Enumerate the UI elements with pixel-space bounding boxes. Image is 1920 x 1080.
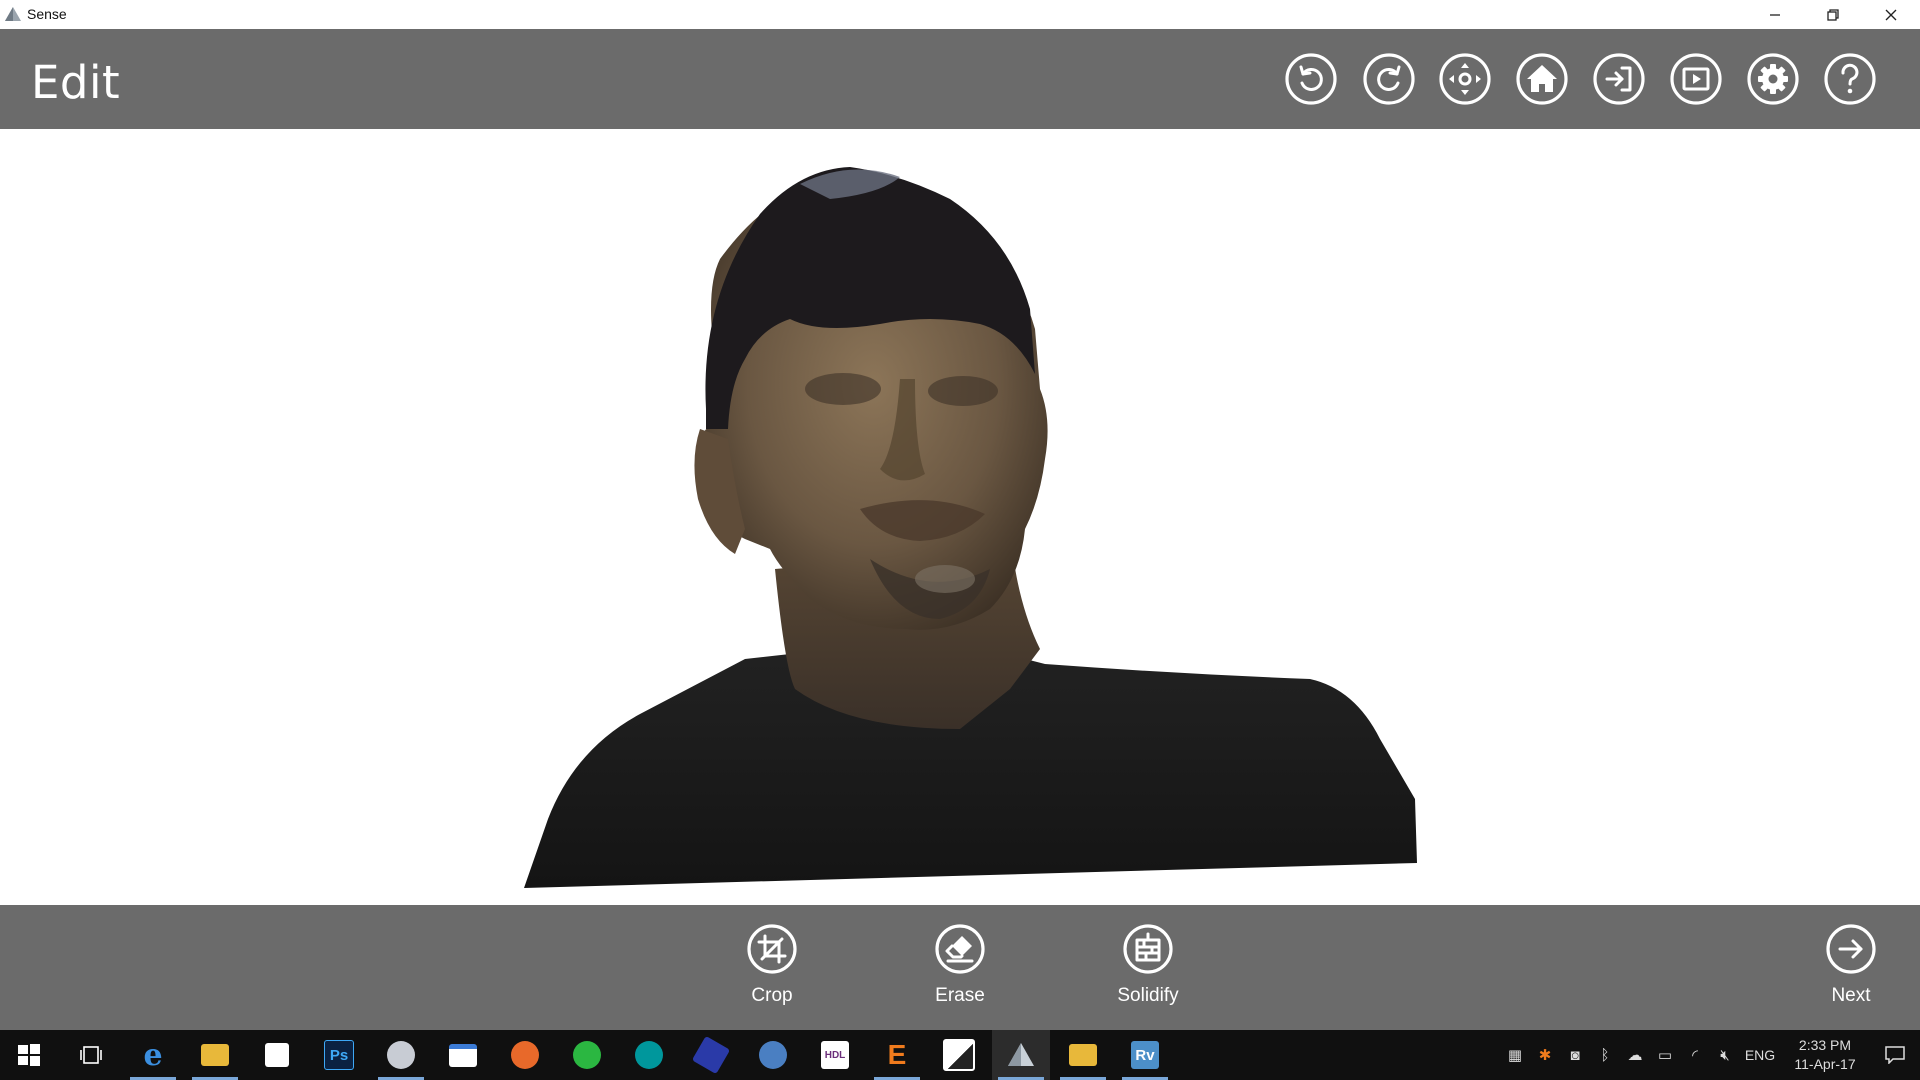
taskbar-hdl-app[interactable]: HDL xyxy=(806,1030,864,1080)
taskbar-mail-app[interactable] xyxy=(744,1030,802,1080)
photoshop-icon: Ps xyxy=(324,1040,354,1070)
system-tray: ▦ ✱ ◙ ᛒ ☁ ▭ ◜ 🔇︎ ENG 2:33 PM 11-Apr-17 xyxy=(1500,1030,1920,1080)
crop-icon xyxy=(747,924,797,974)
3d-viewport[interactable] xyxy=(0,129,1920,905)
task-view-icon xyxy=(80,1046,102,1064)
redo-icon xyxy=(1363,53,1415,105)
avast-icon[interactable]: ✱ xyxy=(1530,1030,1560,1080)
edit-toolbar: Crop Erase Solidify Next xyxy=(0,905,1920,1030)
tray-app-icon[interactable]: ▦ xyxy=(1500,1030,1530,1080)
home-button[interactable] xyxy=(1515,52,1569,106)
close-icon xyxy=(1885,9,1897,20)
taskbar-folder-cloud[interactable] xyxy=(1054,1030,1112,1080)
onedrive-icon[interactable]: ☁ xyxy=(1620,1030,1650,1080)
arduino-icon xyxy=(635,1041,663,1069)
restore-icon xyxy=(1827,8,1839,21)
taskbar-snipping-tool[interactable] xyxy=(372,1030,430,1080)
minimize-icon xyxy=(1770,13,1780,16)
solidify-button[interactable]: Solidify xyxy=(1093,923,1203,1023)
arrow-right-icon xyxy=(1826,924,1876,974)
import-icon xyxy=(1593,53,1645,105)
tray-camera-icon[interactable]: ◙ xyxy=(1560,1030,1590,1080)
gear-icon xyxy=(1747,53,1799,105)
volume-muted-icon[interactable]: 🔇︎ xyxy=(1710,1030,1740,1080)
task-view-button[interactable] xyxy=(62,1030,120,1080)
hexagon-app-icon xyxy=(691,1035,731,1075)
start-button[interactable] xyxy=(0,1030,58,1080)
clock-date: 11-Apr-17 xyxy=(1794,1056,1856,1072)
close-button[interactable] xyxy=(1862,0,1920,29)
input-language[interactable]: ENG xyxy=(1740,1047,1780,1063)
taskbar-clock[interactable]: 2:33 PM 11-Apr-17 xyxy=(1780,1036,1870,1074)
undo-button[interactable] xyxy=(1284,52,1338,106)
scanned-bust-model[interactable] xyxy=(0,129,1920,905)
sense-app-icon xyxy=(5,7,21,21)
windows-start-icon xyxy=(18,1044,40,1066)
settings-button[interactable] xyxy=(1746,52,1800,106)
folder-cloud-icon xyxy=(1069,1044,1097,1066)
header-bar: Edit xyxy=(0,29,1920,129)
snipping-tool-icon xyxy=(387,1041,415,1069)
whatsapp-icon xyxy=(573,1041,601,1069)
taskbar-firefox[interactable] xyxy=(496,1030,554,1080)
taskbar-e-app[interactable]: E xyxy=(868,1030,926,1080)
battery-icon[interactable]: ▭ xyxy=(1650,1030,1680,1080)
clock-time: 2:33 PM xyxy=(1798,1037,1852,1053)
window-titlebar: Sense xyxy=(0,0,1920,29)
notification-icon xyxy=(1885,1046,1905,1064)
erase-button[interactable]: Erase xyxy=(905,923,1015,1023)
taskbar-arduino[interactable] xyxy=(620,1030,678,1080)
help-icon xyxy=(1824,53,1876,105)
solidify-icon xyxy=(1123,924,1173,974)
play-icon xyxy=(1670,53,1722,105)
redo-button[interactable] xyxy=(1362,52,1416,106)
sense-icon xyxy=(1008,1043,1034,1066)
wifi-icon[interactable]: ◜ xyxy=(1680,1030,1710,1080)
minimize-button[interactable] xyxy=(1746,0,1804,29)
undo-icon xyxy=(1285,53,1337,105)
firefox-icon xyxy=(511,1041,539,1069)
photos-icon xyxy=(943,1039,975,1071)
play-button[interactable] xyxy=(1669,52,1723,106)
next-button[interactable]: Next xyxy=(1796,923,1906,1023)
app-window-icon xyxy=(449,1043,477,1067)
solidify-label: Solidify xyxy=(1117,985,1179,1006)
crop-button[interactable]: Crop xyxy=(717,923,827,1023)
taskbar-edge[interactable]: e xyxy=(124,1030,182,1080)
next-label: Next xyxy=(1831,985,1871,1006)
restore-button[interactable] xyxy=(1804,0,1862,29)
file-explorer-icon xyxy=(201,1044,229,1066)
home-icon xyxy=(1516,53,1568,105)
page-title: Edit xyxy=(31,56,121,109)
hdl-app-icon: HDL xyxy=(821,1041,849,1069)
erase-label: Erase xyxy=(935,985,985,1006)
taskbar-sense[interactable] xyxy=(992,1030,1050,1080)
mail-app-icon xyxy=(759,1041,787,1069)
eraser-icon xyxy=(935,924,985,974)
edge-icon: e xyxy=(143,1037,163,1073)
windows-taskbar: e Ps HDL E Rv ▦ ✱ ◙ ᛒ ☁ ▭ ◜ 🔇︎ ENG 2:33 … xyxy=(0,1030,1920,1080)
move-arrows-icon xyxy=(1439,53,1491,105)
taskbar-whatsapp[interactable] xyxy=(558,1030,616,1080)
help-button[interactable] xyxy=(1823,52,1877,106)
move-button[interactable] xyxy=(1438,52,1492,106)
taskbar-file-explorer[interactable] xyxy=(186,1030,244,1080)
action-center-button[interactable] xyxy=(1870,1030,1920,1080)
import-button[interactable] xyxy=(1592,52,1646,106)
crop-label: Crop xyxy=(751,985,793,1006)
taskbar-photos[interactable] xyxy=(930,1030,988,1080)
taskbar-photoshop[interactable]: Ps xyxy=(310,1030,368,1080)
taskbar-app-window[interactable] xyxy=(434,1030,492,1080)
e-app-icon: E xyxy=(887,1039,907,1070)
store-icon xyxy=(265,1043,289,1067)
revit-icon: Rv xyxy=(1131,1041,1159,1069)
taskbar-store[interactable] xyxy=(248,1030,306,1080)
taskbar-hexagon-app[interactable] xyxy=(682,1030,740,1080)
taskbar-revit[interactable]: Rv xyxy=(1116,1030,1174,1080)
bluetooth-icon[interactable]: ᛒ xyxy=(1590,1030,1620,1080)
window-title: Sense xyxy=(27,6,67,22)
